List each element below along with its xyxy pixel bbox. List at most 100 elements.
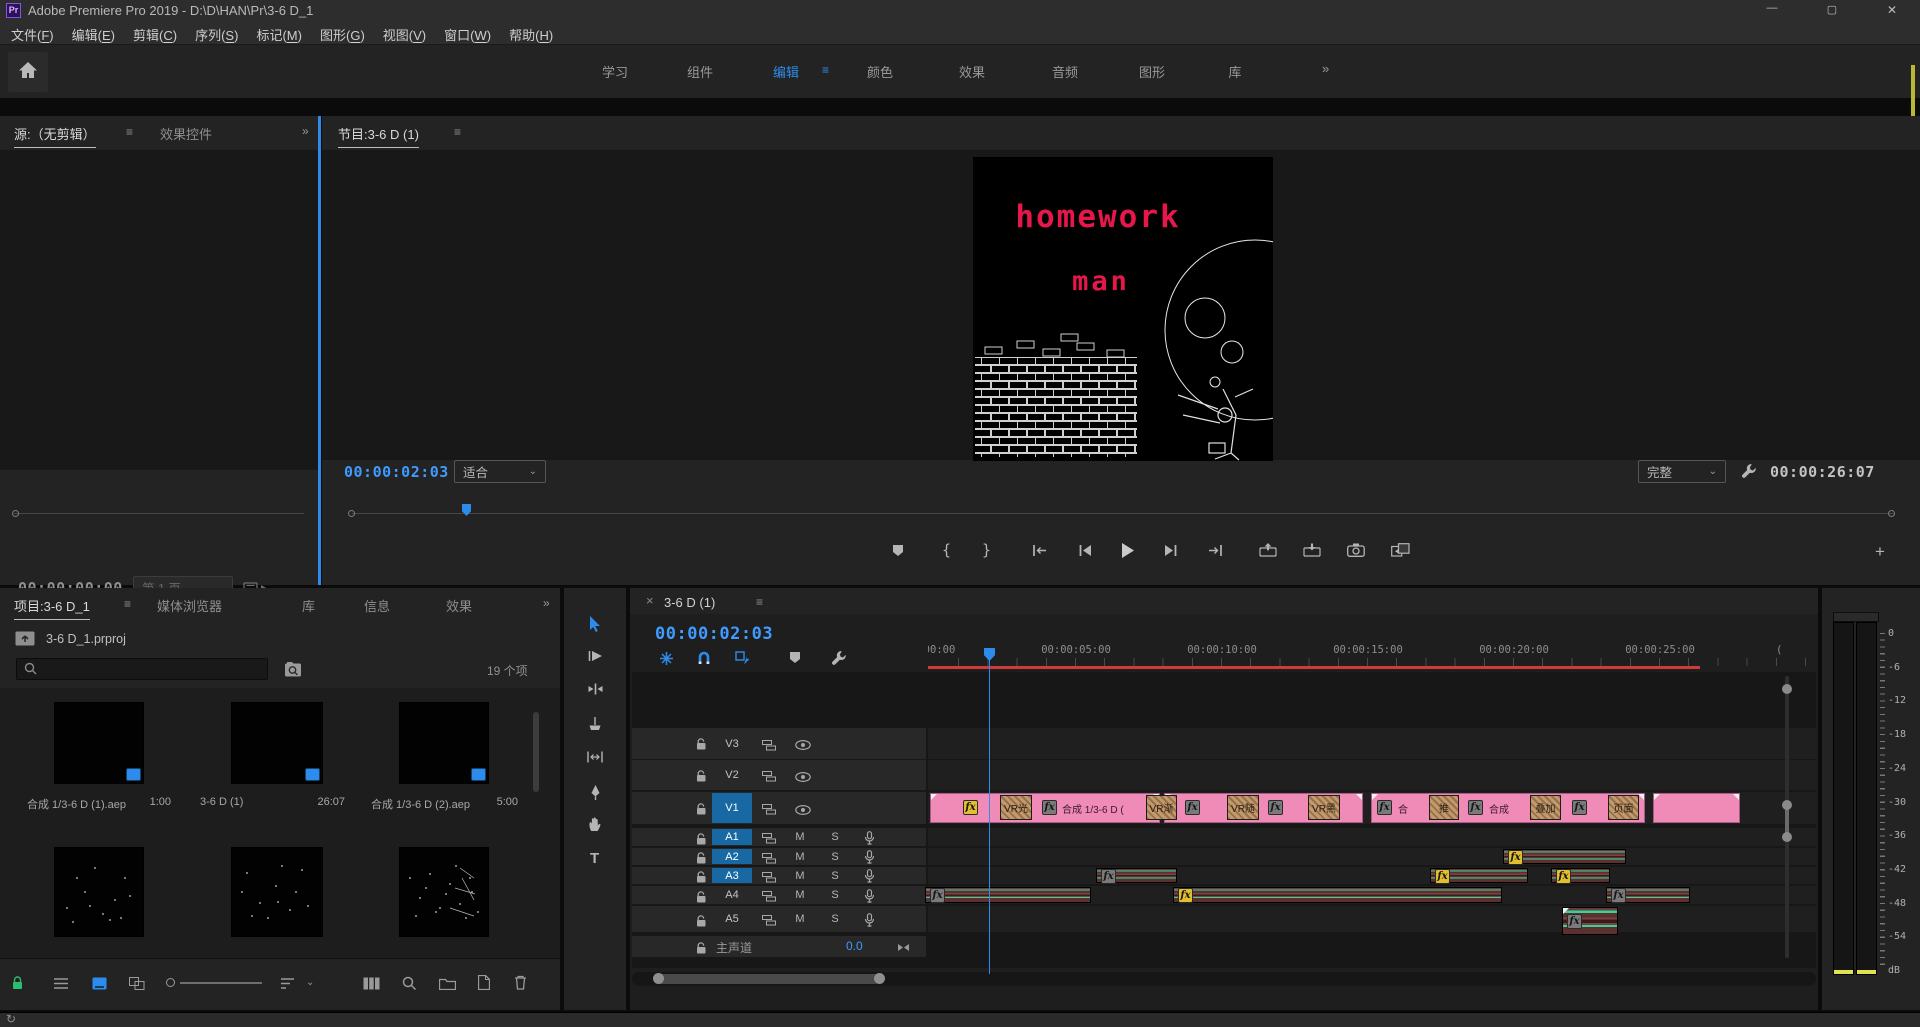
maximize-button[interactable]: ▢ <box>1812 3 1852 16</box>
record-mic-icon[interactable] <box>860 850 878 865</box>
menu-item[interactable]: 视图(V) <box>374 22 435 47</box>
freeform-view-icon[interactable] <box>128 975 146 991</box>
ripple-edit-tool[interactable] <box>587 682 603 696</box>
sync-lock-icon[interactable] <box>760 738 778 753</box>
sort-chevron-icon[interactable]: ⌄ <box>306 977 314 988</box>
timeline-hscroll-handle-left[interactable] <box>653 973 664 984</box>
program-playhead[interactable] <box>462 504 471 516</box>
project-item-thumbnail[interactable] <box>231 847 323 937</box>
automate-sequence-icon[interactable] <box>362 975 380 991</box>
transition-clip[interactable]: 推 <box>1429 795 1459 820</box>
source-tab-2[interactable]: 效果控件 <box>160 124 212 143</box>
program-zoom-handle-right[interactable] <box>1888 510 1895 517</box>
transition-clip[interactable]: VR随 <box>1227 795 1259 820</box>
track-select-forward-tool[interactable] <box>587 649 603 663</box>
workspace-tab-7[interactable]: 图形 <box>1139 62 1165 81</box>
solo-button[interactable]: S <box>828 848 842 865</box>
fx-badge[interactable]: fx <box>930 888 945 903</box>
record-mic-icon[interactable] <box>860 912 878 927</box>
audio-track-name[interactable]: A2 <box>712 849 752 864</box>
workspace-tab-4[interactable]: 颜色 <box>867 62 893 81</box>
sync-lock-icon[interactable] <box>760 870 778 885</box>
sync-lock-icon[interactable] <box>760 802 778 817</box>
source-overflow[interactable]: » <box>302 124 309 138</box>
record-mic-icon[interactable] <box>860 830 878 845</box>
new-bin-icon[interactable] <box>438 975 456 991</box>
project-scrollbar[interactable] <box>533 712 539 792</box>
workspace-tab-5[interactable]: 效果 <box>959 62 985 81</box>
project-file-name[interactable]: 3-6 D_1.prproj <box>46 632 126 646</box>
project-panel-menu-icon[interactable]: ≡ <box>124 597 131 611</box>
solo-button[interactable]: S <box>828 828 842 846</box>
mute-button[interactable]: M <box>793 828 807 846</box>
right-scrollbar-thumb[interactable] <box>1911 65 1915 121</box>
razor-tool[interactable] <box>587 716 603 731</box>
mute-button[interactable]: M <box>793 886 807 904</box>
sync-lock-icon[interactable] <box>760 913 778 928</box>
audio-track-name[interactable]: A4 <box>712 887 752 903</box>
project-tab-1[interactable]: 项目:3-6 D_1 <box>14 596 90 620</box>
menu-item[interactable]: 文件(F) <box>2 22 63 47</box>
track-lock-icon[interactable] <box>692 801 710 816</box>
fx-badge[interactable]: fx <box>1567 914 1582 929</box>
project-search-input[interactable] <box>16 658 268 680</box>
project-item-thumbnail[interactable] <box>231 702 323 784</box>
project-item-thumbnail[interactable] <box>399 847 489 937</box>
record-mic-icon[interactable] <box>860 869 878 884</box>
program-panel-menu-icon[interactable]: ≡ <box>454 125 461 139</box>
sync-lock-icon[interactable] <box>760 769 778 784</box>
video-track-name[interactable]: V3 <box>712 729 752 758</box>
source-scrub-track[interactable] <box>14 513 304 514</box>
audio-track-name[interactable]: A3 <box>712 868 752 883</box>
fx-badge[interactable]: fx <box>1508 850 1523 865</box>
transition-clip[interactable]: VR渐 <box>1146 795 1177 820</box>
program-timecode[interactable]: 00:00:02:03 <box>344 463 449 481</box>
workspace-tab-1[interactable]: 学习 <box>602 62 628 81</box>
step-forward-button[interactable] <box>1161 540 1181 560</box>
icon-view-icon[interactable] <box>90 975 108 991</box>
audio-clip[interactable]: fx <box>1551 868 1610 883</box>
new-item-icon[interactable] <box>476 974 492 991</box>
project-tab-5[interactable]: 效果 <box>446 596 472 615</box>
menu-item[interactable]: 编辑(E) <box>63 22 124 47</box>
mute-button[interactable]: M <box>793 848 807 865</box>
sort-icon[interactable] <box>278 975 296 991</box>
panel-focus-divider[interactable] <box>318 116 321 585</box>
fx-badge[interactable]: fx <box>1556 869 1571 884</box>
zoom-slider-handle[interactable] <box>166 978 175 987</box>
fx-badge[interactable]: fx <box>1468 800 1483 815</box>
fx-badge[interactable]: fx <box>1101 869 1116 884</box>
project-overflow[interactable]: » <box>543 596 550 610</box>
timeline-vzoom-handle-a[interactable] <box>1782 800 1792 810</box>
fx-badge[interactable]: fx <box>1185 800 1200 815</box>
fx-badge[interactable]: fx <box>1042 800 1057 815</box>
menu-item[interactable]: 图形(G) <box>311 22 374 47</box>
sync-lock-icon[interactable] <box>760 831 778 846</box>
find-icon[interactable] <box>400 975 418 991</box>
sync-lock-icon[interactable] <box>760 851 778 866</box>
workspace-overflow[interactable]: » <box>1322 61 1329 76</box>
program-settings-wrench-icon[interactable] <box>1738 460 1760 482</box>
timeline-vzoom-handle-b[interactable] <box>1782 832 1792 842</box>
program-scrub-track[interactable] <box>352 513 1894 514</box>
type-tool[interactable]: T <box>590 850 599 867</box>
workspace-tab-menu-icon[interactable]: ≡ <box>822 63 829 77</box>
export-frame-button[interactable] <box>1346 540 1366 560</box>
menu-item[interactable]: 标记(M) <box>247 22 311 47</box>
pen-tool[interactable] <box>588 784 602 800</box>
project-item-thumbnail[interactable] <box>399 702 489 784</box>
source-tab-1[interactable]: 源:（无剪辑） <box>14 124 96 148</box>
v1-clip-segment[interactable] <box>1653 793 1740 823</box>
track-lock-icon[interactable] <box>692 940 710 955</box>
audio-clip[interactable]: fx <box>1562 907 1618 935</box>
step-back-button[interactable] <box>1075 540 1095 560</box>
mark-in-button[interactable]: { <box>937 540 957 560</box>
audio-clip[interactable]: fx <box>1096 868 1177 883</box>
transition-clip[interactable]: VR光 <box>1000 795 1032 820</box>
menu-item[interactable]: 窗口(W) <box>435 22 500 47</box>
fx-badge[interactable]: fx <box>963 800 978 815</box>
fx-badge[interactable]: fx <box>1611 888 1626 903</box>
master-pan-icon[interactable] <box>894 940 912 955</box>
track-output-eye-icon[interactable] <box>794 802 812 817</box>
program-panel-tab[interactable]: 节目:3-6 D (1) <box>338 124 419 148</box>
